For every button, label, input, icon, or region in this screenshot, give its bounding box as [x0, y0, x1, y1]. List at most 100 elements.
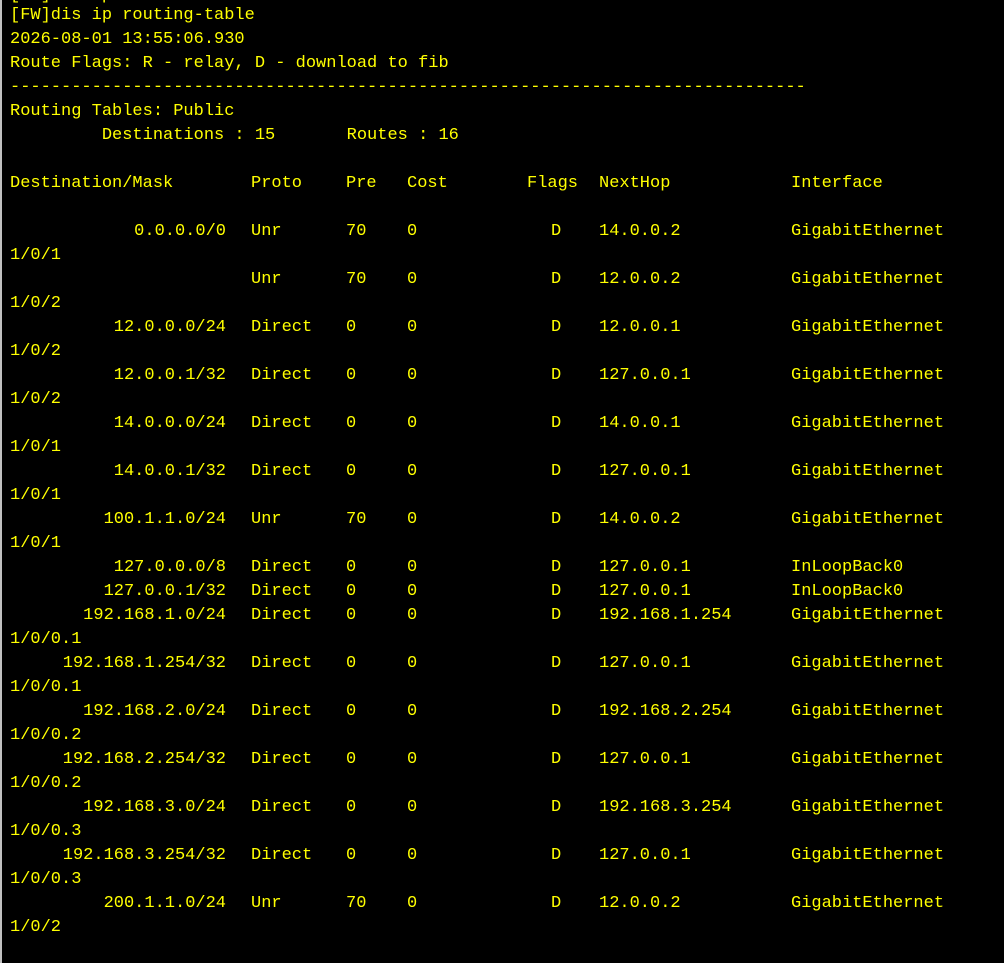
route-flags: D: [551, 510, 562, 529]
route-cost: 0: [407, 894, 418, 913]
route-cost: 0: [407, 318, 418, 337]
route-interface-wrap: 1/0/1: [10, 246, 62, 265]
header-proto: Proto: [251, 174, 303, 193]
route-proto: Unr: [251, 510, 282, 529]
command-line: [FW]dis ip routing-table: [10, 6, 255, 25]
route-destination: 192.168.1.254/32: [62, 654, 226, 673]
route-pre: 0: [346, 654, 357, 673]
route-interface: GigabitEthernet: [791, 366, 945, 385]
header-interface: Interface: [791, 174, 883, 193]
route-pre: 0: [346, 414, 357, 433]
route-flags: D: [551, 750, 562, 769]
route-interface: GigabitEthernet: [791, 222, 945, 241]
terminal-window[interactable]: [FW]dis ip [FW]dis ip routing-table 2026…: [0, 0, 1004, 963]
route-nexthop: 14.0.0.1: [599, 414, 681, 433]
route-proto: Direct: [251, 318, 313, 337]
route-cost: 0: [407, 558, 418, 577]
route-interface: InLoopBack0: [791, 582, 904, 601]
route-flags: D: [551, 414, 562, 433]
route-interface-wrap: 1/0/1: [10, 438, 62, 457]
route-proto: Direct: [251, 846, 313, 865]
route-cost: 0: [407, 462, 418, 481]
route-destination: 192.168.1.0/24: [83, 606, 226, 625]
route-proto: Direct: [251, 366, 313, 385]
header-flags: Flags: [527, 174, 579, 193]
route-flags: D: [551, 654, 562, 673]
route-destination: 0.0.0.0/0: [134, 222, 226, 241]
route-pre: 0: [346, 606, 357, 625]
route-proto: Direct: [251, 582, 313, 601]
header-destination: Destination/Mask: [10, 174, 174, 193]
route-pre: 0: [346, 318, 357, 337]
route-proto: Direct: [251, 558, 313, 577]
route-interface-wrap: 1/0/1: [10, 486, 62, 505]
route-interface: GigabitEthernet: [791, 798, 945, 817]
route-cost: 0: [407, 750, 418, 769]
route-pre: 0: [346, 750, 357, 769]
route-proto: Direct: [251, 798, 313, 817]
route-nexthop: 127.0.0.1: [599, 366, 691, 385]
route-flags: D: [551, 270, 562, 289]
route-pre: 0: [346, 366, 357, 385]
route-proto: Direct: [251, 702, 313, 721]
route-nexthop: 127.0.0.1: [599, 654, 691, 673]
route-proto: Direct: [251, 414, 313, 433]
route-destination: 127.0.0.1/32: [103, 582, 226, 601]
route-flags: D: [551, 366, 562, 385]
route-interface-wrap: 1/0/2: [10, 342, 62, 361]
route-nexthop: 14.0.0.2: [599, 222, 681, 241]
route-pre: 0: [346, 462, 357, 481]
route-interface-wrap: 1/0/0.2: [10, 726, 82, 745]
timestamp: 2026-08-01 13:55:06.930: [10, 30, 245, 49]
route-proto: Direct: [251, 654, 313, 673]
route-proto: Direct: [251, 462, 313, 481]
route-interface-wrap: 1/0/2: [10, 390, 62, 409]
route-cost: 0: [407, 798, 418, 817]
route-nexthop: 192.168.3.254: [599, 798, 732, 817]
route-interface-wrap: 1/0/0.1: [10, 630, 82, 649]
route-nexthop: 192.168.1.254: [599, 606, 732, 625]
route-interface-wrap: 1/0/1: [10, 534, 62, 553]
route-pre: 70: [346, 270, 367, 289]
route-cost: 0: [407, 654, 418, 673]
route-interface: GigabitEthernet: [791, 654, 945, 673]
route-nexthop: 12.0.0.2: [599, 270, 681, 289]
route-nexthop: 127.0.0.1: [599, 462, 691, 481]
route-flags-legend: Route Flags: R - relay, D - download to …: [10, 54, 449, 73]
route-interface: GigabitEthernet: [791, 318, 945, 337]
route-pre: 0: [346, 798, 357, 817]
route-flags: D: [551, 318, 562, 337]
route-cost: 0: [407, 366, 418, 385]
route-proto: Unr: [251, 270, 282, 289]
route-interface: GigabitEthernet: [791, 270, 945, 289]
route-flags: D: [551, 606, 562, 625]
route-interface: GigabitEthernet: [791, 702, 945, 721]
route-destination: 192.168.3.254/32: [62, 846, 226, 865]
route-destination: 192.168.3.0/24: [83, 798, 226, 817]
route-interface: GigabitEthernet: [791, 462, 945, 481]
route-pre: 0: [346, 702, 357, 721]
route-cost: 0: [407, 270, 418, 289]
route-interface: GigabitEthernet: [791, 606, 945, 625]
header-nexthop: NextHop: [599, 174, 671, 193]
route-pre: 70: [346, 222, 367, 241]
route-destination: 192.168.2.0/24: [83, 702, 226, 721]
route-interface-wrap: 1/0/0.2: [10, 774, 82, 793]
route-pre: 0: [346, 558, 357, 577]
route-interface: GigabitEthernet: [791, 894, 945, 913]
header-cost: Cost: [407, 174, 448, 193]
route-cost: 0: [407, 414, 418, 433]
route-destination: 100.1.1.0/24: [103, 510, 226, 529]
route-flags: D: [551, 846, 562, 865]
route-destination: 127.0.0.0/8: [113, 558, 226, 577]
route-destination: 12.0.0.1/32: [113, 366, 226, 385]
route-destination: 200.1.1.0/24: [103, 894, 226, 913]
route-flags: D: [551, 462, 562, 481]
route-nexthop: 127.0.0.1: [599, 750, 691, 769]
route-nexthop: 14.0.0.2: [599, 510, 681, 529]
route-cost: 0: [407, 606, 418, 625]
header-pre: Pre: [346, 174, 377, 193]
route-nexthop: 12.0.0.1: [599, 318, 681, 337]
route-nexthop: 127.0.0.1: [599, 582, 691, 601]
route-pre: 70: [346, 510, 367, 529]
